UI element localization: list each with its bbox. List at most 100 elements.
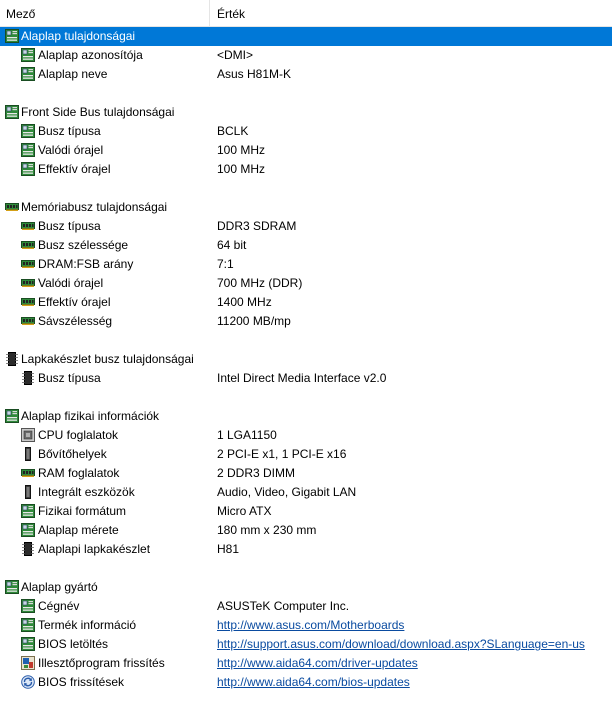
motherboard-icon	[21, 162, 35, 176]
motherboard-icon	[5, 580, 19, 594]
chipset-icon	[21, 371, 35, 385]
spacer-row	[0, 331, 612, 350]
memory-icon	[21, 466, 35, 480]
expansion-slot-icon	[21, 447, 35, 461]
section-title: Alaplap tulajdonságai	[21, 29, 136, 43]
property-row[interactable]: Busz típusa Intel Direct Media Interface …	[0, 369, 612, 388]
chipset-icon	[21, 542, 35, 556]
property-row[interactable]: Bővítőhelyek 2 PCI-E x1, 1 PCI-E x16	[0, 445, 612, 464]
memory-icon	[21, 238, 35, 252]
field-value: Micro ATX	[217, 504, 272, 518]
property-row[interactable]: Alaplapi lapkakészlet H81	[0, 540, 612, 559]
field-value: 11200 MB/mp	[217, 314, 291, 328]
field-value: BCLK	[217, 124, 249, 138]
value-link[interactable]: http://support.asus.com/download/downloa…	[217, 635, 585, 654]
field-value: 100 MHz	[217, 143, 266, 157]
section-title: Alaplap gyártó	[21, 580, 98, 594]
field-label: Alaplap neve	[38, 67, 108, 81]
section-header-row[interactable]: Alaplap tulajdonságai	[0, 27, 612, 46]
chipset-icon	[5, 352, 19, 366]
field-label: Busz típusa	[38, 219, 101, 233]
property-row[interactable]: Effektív órajel 100 MHz	[0, 160, 612, 179]
field-label: Alaplapi lapkakészlet	[38, 542, 151, 556]
field-label: BIOS letöltés	[38, 637, 109, 651]
spacer-row	[0, 84, 612, 103]
section-header-row[interactable]: Alaplap gyártó	[0, 578, 612, 597]
field-label: Valódi órajel	[38, 276, 104, 290]
property-row[interactable]: Fizikai formátum Micro ATX	[0, 502, 612, 521]
section-title: Memóriabusz tulajdonságai	[21, 200, 168, 214]
field-value: H81	[217, 542, 240, 556]
property-row[interactable]: Sávszélesség 11200 MB/mp	[0, 312, 612, 331]
property-row[interactable]: Termék információ http://www.asus.com/Mot…	[0, 616, 612, 635]
field-value: DDR3 SDRAM	[217, 219, 297, 233]
field-value: 1 LGA1150	[217, 428, 277, 442]
motherboard-icon	[21, 124, 35, 138]
value-link[interactable]: http://www.asus.com/Motherboards	[217, 616, 404, 635]
field-value: Audio, Video, Gigabit LAN	[217, 485, 357, 499]
property-row[interactable]: DRAM:FSB arány 7:1	[0, 255, 612, 274]
motherboard-icon	[5, 29, 19, 43]
property-row[interactable]: BIOS letöltés http://support.asus.com/dow…	[0, 635, 612, 654]
field-value: 2 DDR3 DIMM	[217, 466, 296, 480]
property-row[interactable]: CPU foglalatok 1 LGA1150	[0, 426, 612, 445]
field-label: Bővítőhelyek	[38, 447, 107, 461]
value-link[interactable]: http://www.aida64.com/driver-updates	[217, 654, 418, 673]
property-row[interactable]: Alaplap mérete 180 mm x 230 mm	[0, 521, 612, 540]
property-row[interactable]: Busz típusa BCLK	[0, 122, 612, 141]
field-value: 1400 MHz	[217, 295, 272, 309]
section-header-row[interactable]: Lapkakészlet busz tulajdonságai	[0, 350, 612, 369]
field-label: Alaplap mérete	[38, 523, 119, 537]
motherboard-icon	[5, 409, 19, 423]
field-value: 64 bit	[217, 238, 247, 252]
field-label: BIOS frissítések	[38, 675, 125, 689]
column-header-field[interactable]: Mező	[0, 0, 210, 26]
cpu-icon	[21, 428, 35, 442]
section-title: Alaplap fizikai információk	[21, 409, 160, 423]
property-row[interactable]: Busz szélessége 64 bit	[0, 236, 612, 255]
field-value: Intel Direct Media Interface v2.0	[217, 371, 387, 385]
field-label: Effektív órajel	[38, 295, 111, 309]
motherboard-icon	[21, 504, 35, 518]
motherboard-icon	[21, 637, 35, 651]
section-title: Front Side Bus tulajdonságai	[21, 105, 175, 119]
property-row[interactable]: RAM foglalatok 2 DDR3 DIMM	[0, 464, 612, 483]
memory-icon	[21, 257, 35, 271]
field-label: Valódi órajel	[38, 143, 104, 157]
property-row[interactable]: Integrált eszközök Audio, Video, Gigabit …	[0, 483, 612, 502]
field-label: DRAM:FSB arány	[38, 257, 134, 271]
property-row[interactable]: Effektív órajel 1400 MHz	[0, 293, 612, 312]
motherboard-icon	[21, 143, 35, 157]
property-row[interactable]: Alaplap azonosítója <DMI>	[0, 46, 612, 65]
motherboard-icon	[21, 523, 35, 537]
field-label: Termék információ	[38, 618, 137, 632]
field-value: 180 mm x 230 mm	[217, 523, 317, 537]
property-row[interactable]: Alaplap neve Asus H81M-K	[0, 65, 612, 84]
memory-icon	[5, 200, 19, 214]
motherboard-icon	[21, 599, 35, 613]
motherboard-icon	[21, 48, 35, 62]
field-label: Effektív órajel	[38, 162, 111, 176]
field-label: Cégnév	[38, 599, 80, 613]
motherboard-icon	[21, 67, 35, 81]
section-header-row[interactable]: Memóriabusz tulajdonságai	[0, 198, 612, 217]
field-value: 2 PCI-E x1, 1 PCI-E x16	[217, 447, 347, 461]
section-header-row[interactable]: Alaplap fizikai információk	[0, 407, 612, 426]
field-label: Fizikai formátum	[38, 504, 127, 518]
field-value: 700 MHz (DDR)	[217, 276, 303, 290]
property-row[interactable]: Illesztőprogram frissítés http://www.aida…	[0, 654, 612, 673]
field-value: <DMI>	[217, 48, 254, 62]
value-link[interactable]: http://www.aida64.com/bios-updates	[217, 673, 410, 692]
field-label: Alaplap azonosítója	[38, 48, 143, 62]
property-row[interactable]: Busz típusa DDR3 SDRAM	[0, 217, 612, 236]
field-label: Busz szélessége	[38, 238, 129, 252]
property-row[interactable]: Valódi órajel 700 MHz (DDR)	[0, 274, 612, 293]
field-label: RAM foglalatok	[38, 466, 120, 480]
column-header-value[interactable]: Érték	[211, 0, 612, 26]
property-row[interactable]: BIOS frissítések http://www.aida64.com/bi…	[0, 673, 612, 692]
property-row[interactable]: Cégnév ASUSTeK Computer Inc.	[0, 597, 612, 616]
property-row[interactable]: Valódi órajel 100 MHz	[0, 141, 612, 160]
section-header-row[interactable]: Front Side Bus tulajdonságai	[0, 103, 612, 122]
bios-update-icon	[21, 675, 35, 689]
spacer-row	[0, 559, 612, 578]
